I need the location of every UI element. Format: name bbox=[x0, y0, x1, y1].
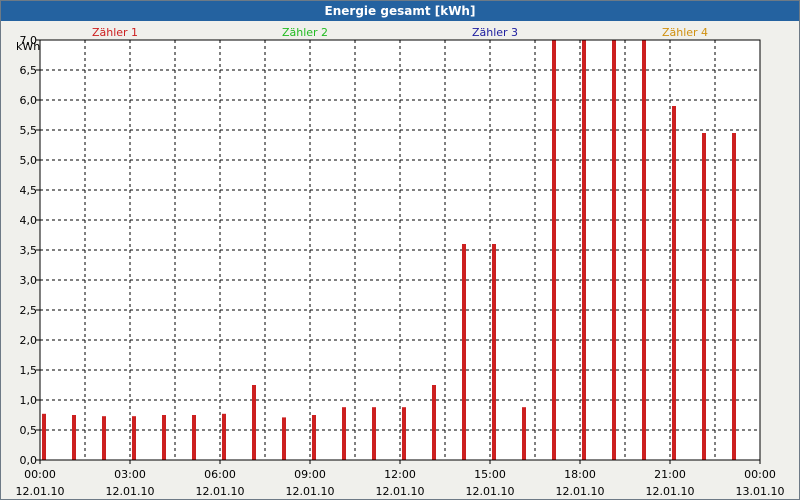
bar bbox=[372, 407, 376, 460]
x-tick-time: 03:00 bbox=[114, 468, 146, 481]
bar bbox=[522, 407, 526, 460]
y-tick-label: 2,0 bbox=[20, 334, 38, 347]
bar bbox=[252, 385, 256, 460]
x-tick-date: 12.01.10 bbox=[556, 485, 605, 498]
y-tick-label: 3,0 bbox=[20, 274, 38, 287]
x-tick-date: 12.01.10 bbox=[466, 485, 515, 498]
legend-item: Zähler 2 bbox=[282, 26, 328, 39]
y-tick-label: 3,5 bbox=[20, 244, 38, 257]
y-tick-label: 5,5 bbox=[20, 124, 38, 137]
legend-item: Zähler 3 bbox=[472, 26, 518, 39]
bar bbox=[132, 416, 136, 460]
x-tick-date: 12.01.10 bbox=[106, 485, 155, 498]
bar bbox=[462, 244, 466, 460]
bar bbox=[42, 413, 46, 460]
bar bbox=[642, 40, 646, 460]
y-tick-label: 4,0 bbox=[20, 214, 38, 227]
x-tick-time: 18:00 bbox=[564, 468, 596, 481]
bar bbox=[702, 133, 706, 460]
x-tick-time: 12:00 bbox=[384, 468, 416, 481]
legend-item: Zähler 4 bbox=[662, 26, 708, 39]
x-tick-date: 12.01.10 bbox=[286, 485, 335, 498]
bar bbox=[312, 415, 316, 460]
bar bbox=[432, 385, 436, 460]
y-tick-label: 1,5 bbox=[20, 364, 38, 377]
bar bbox=[492, 244, 496, 460]
bar bbox=[582, 40, 586, 460]
y-tick-label: 4,5 bbox=[20, 184, 38, 197]
bar bbox=[732, 133, 736, 460]
x-tick-time: 09:00 bbox=[294, 468, 326, 481]
x-tick-date: 12.01.10 bbox=[196, 485, 245, 498]
bar bbox=[72, 415, 76, 460]
x-tick-date: 12.01.10 bbox=[646, 485, 695, 498]
y-tick-label: 6,0 bbox=[20, 94, 38, 107]
x-tick-time: 21:00 bbox=[654, 468, 686, 481]
bar bbox=[552, 40, 556, 460]
energy-bar-chart: 0,0 0,5 1,0 1,5 2,0 2,5 3,0 3,5 4,0 4,5 5,0 5,5 6,0 6… bbox=[16, 26, 785, 498]
x-tick-time: 06:00 bbox=[204, 468, 236, 481]
bar bbox=[672, 106, 676, 460]
y-tick-label: 0,0 bbox=[20, 454, 38, 467]
y-axis-label: kWh bbox=[16, 40, 40, 53]
bar bbox=[102, 416, 106, 460]
y-tick-label: 1,0 bbox=[20, 394, 38, 407]
bar bbox=[402, 407, 406, 460]
x-tick-time: 00:00 bbox=[744, 468, 776, 481]
x-tick-time: 00:00 bbox=[24, 468, 56, 481]
x-tick-date: 12.01.10 bbox=[16, 485, 65, 498]
y-tick-label: 5,0 bbox=[20, 154, 38, 167]
y-tick-label: 6,5 bbox=[20, 64, 38, 77]
bar bbox=[192, 415, 196, 460]
y-tick-label: 2,5 bbox=[20, 304, 38, 317]
x-tick-date: 12.01.10 bbox=[376, 485, 425, 498]
bar bbox=[282, 417, 286, 460]
legend-item: Zähler 1 bbox=[92, 26, 138, 39]
y-tick-label: 0,5 bbox=[20, 424, 38, 437]
bar bbox=[342, 407, 346, 460]
bar bbox=[612, 40, 616, 460]
bar bbox=[222, 413, 226, 460]
x-tick-time: 15:00 bbox=[474, 468, 506, 481]
bar bbox=[162, 415, 166, 460]
x-tick-date: 13.01.10 bbox=[736, 485, 785, 498]
